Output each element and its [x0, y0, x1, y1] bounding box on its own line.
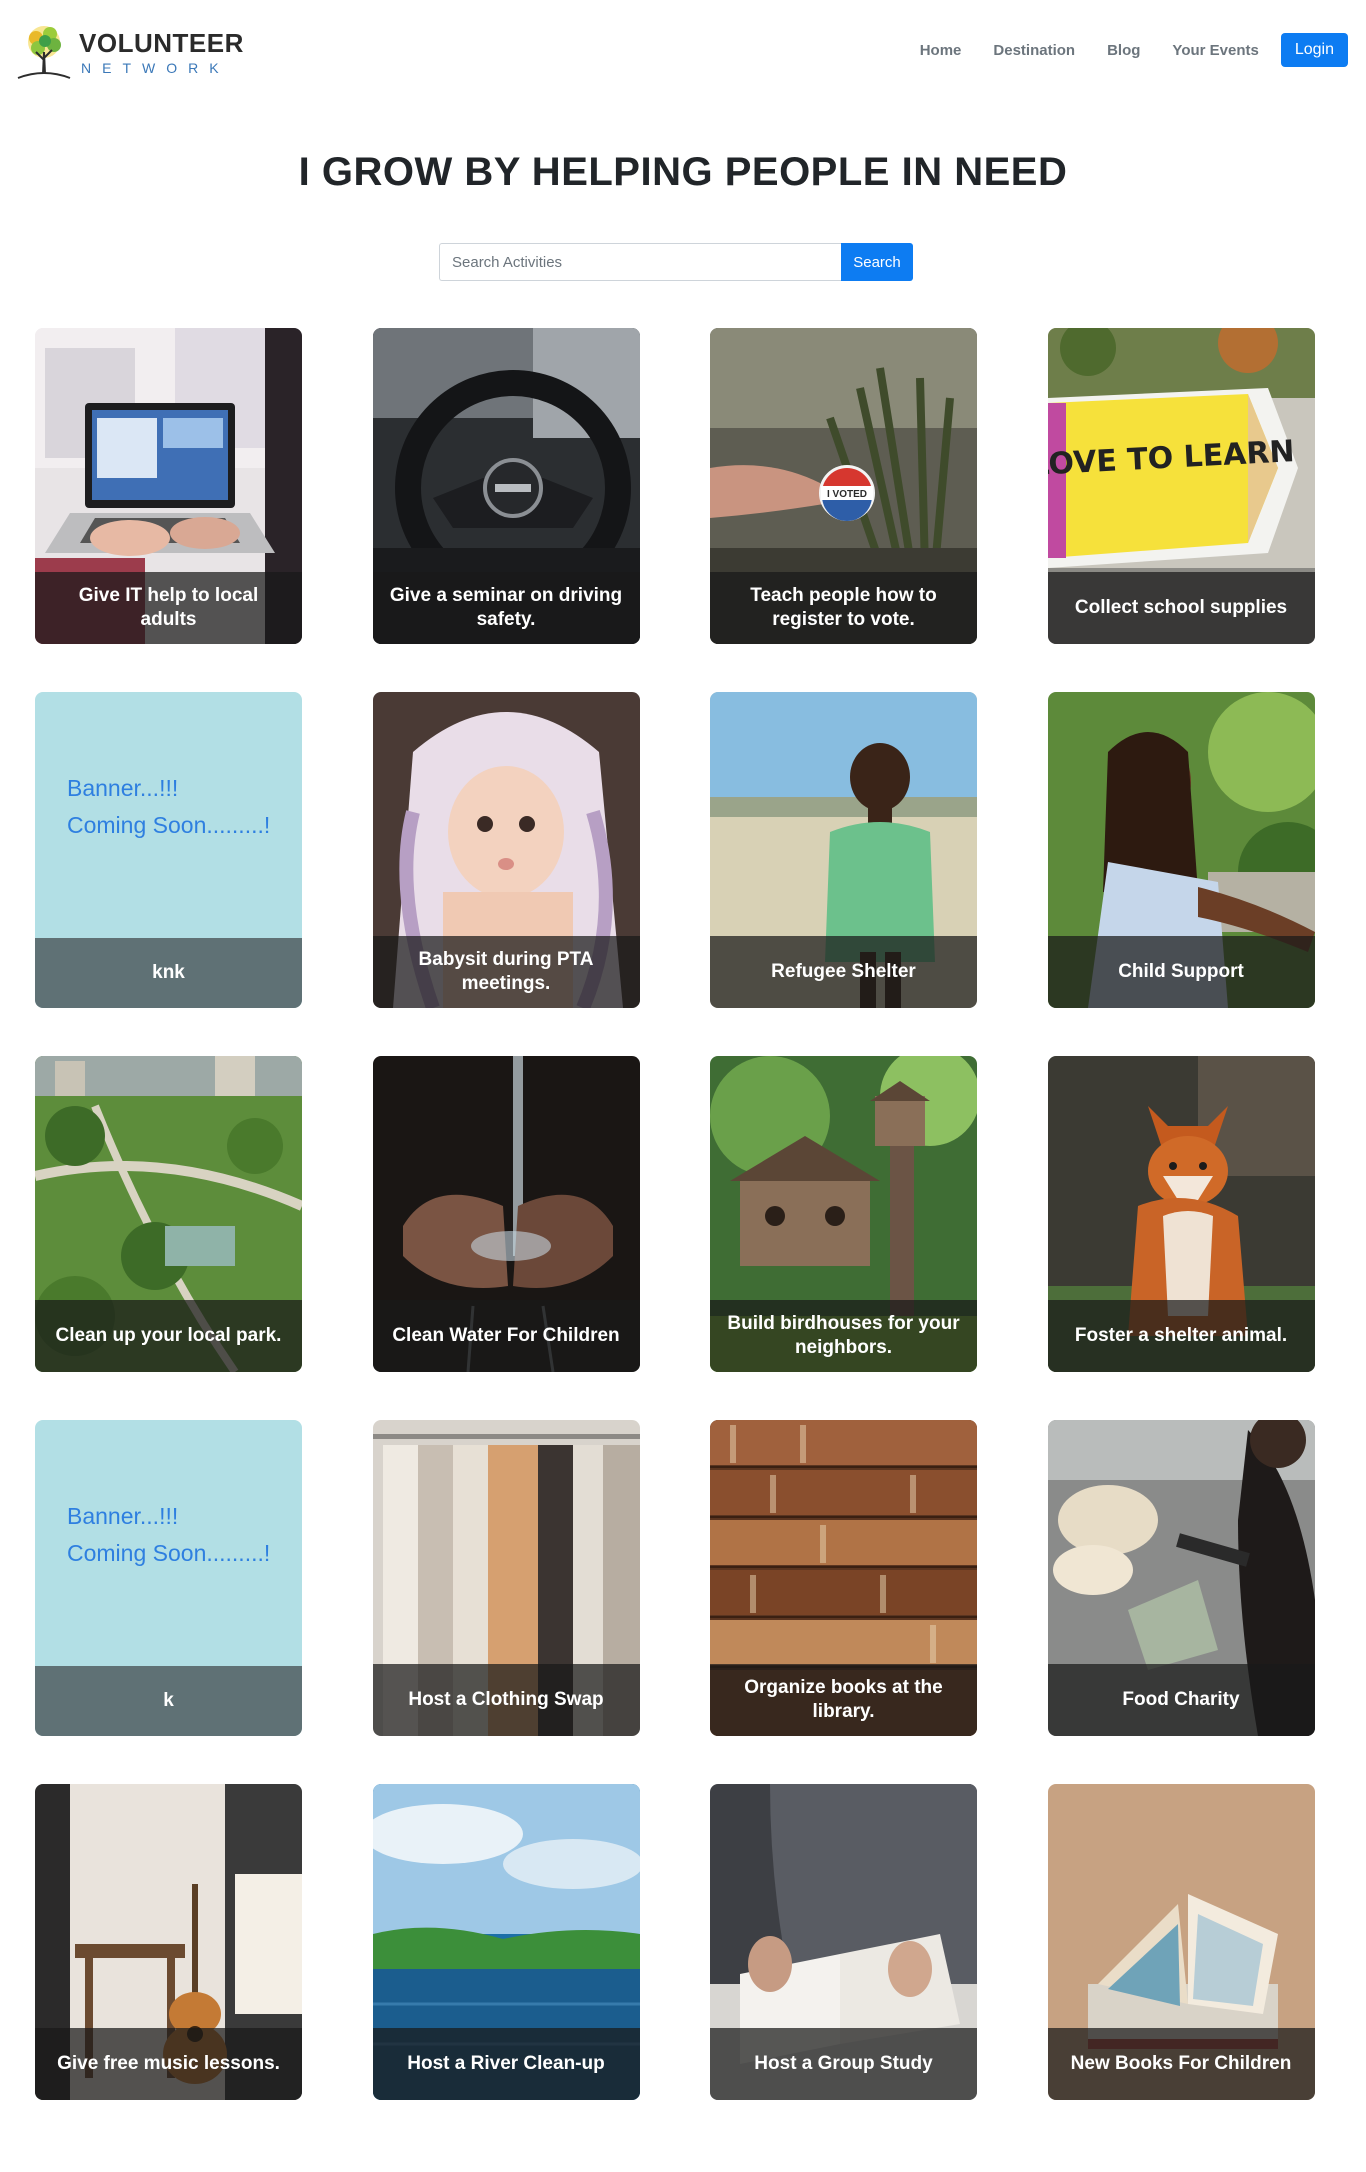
activity-card-organize-books[interactable]: Organize books at the library.	[710, 1420, 977, 1736]
card-title: Give IT help to local adults	[35, 572, 302, 644]
banner-placeholder-text: Banner...!!! Coming Soon.........!	[67, 1498, 270, 1572]
card-title: Clean Water For Children	[372, 1300, 640, 1372]
login-button[interactable]: Login	[1280, 33, 1348, 67]
search-button[interactable]: Search	[841, 243, 913, 281]
card-title: New Books For Children	[1047, 2028, 1315, 2100]
card-title: Give free music lessons.	[35, 2028, 302, 2100]
search-input[interactable]	[439, 243, 841, 281]
brand-name: VOLUNTEER	[79, 28, 244, 58]
site-header: VOLUNTEER NETWORK Home Destination Blog …	[0, 0, 1366, 110]
banner-line: Coming Soon.........!	[67, 1539, 271, 1566]
activity-card-new-books[interactable]: New Books For Children	[1047, 1784, 1315, 2100]
activity-card-refugee-shelter[interactable]: Refugee Shelter	[710, 692, 977, 1008]
card-title: Organize books at the library.	[710, 1664, 977, 1736]
sticker-text: I VOTED	[827, 489, 867, 500]
activity-card-it-help[interactable]: Give IT help to local adults	[35, 328, 302, 644]
banner-placeholder-text: Banner...!!! Coming Soon.........!	[67, 770, 270, 844]
card-title: Babysit during PTA meetings.	[372, 936, 640, 1008]
activity-grid: Give IT help to local adults Give a semi…	[35, 328, 1315, 2100]
card-title: Host a Group Study	[710, 2028, 977, 2100]
banner-line: Banner...!!!	[67, 1503, 179, 1529]
activity-card-banner-knk[interactable]: Banner...!!! Coming Soon.........! knk	[35, 692, 302, 1008]
activity-card-group-study[interactable]: Host a Group Study	[710, 1784, 977, 2100]
activity-card-shelter-animal[interactable]: Foster a shelter animal.	[1047, 1056, 1315, 1372]
card-title: Food Charity	[1047, 1664, 1315, 1736]
card-title: Build birdhouses for your neighbors.	[710, 1300, 977, 1372]
activity-card-music-lessons[interactable]: Give free music lessons.	[35, 1784, 302, 2100]
card-title: Give a seminar on driving safety.	[372, 572, 640, 644]
activity-card-school-supplies[interactable]: LOVE TO LEARN Collect school supplies	[1047, 328, 1315, 644]
activity-card-child-support[interactable]: Child Support	[1047, 692, 1315, 1008]
card-title: k	[35, 1666, 302, 1736]
card-title: Refugee Shelter	[710, 936, 977, 1008]
activity-card-register-vote[interactable]: I VOTED Teach people how to register to …	[710, 328, 977, 644]
card-title: Host a Clothing Swap	[372, 1664, 640, 1736]
card-title: Collect school supplies	[1047, 572, 1315, 644]
page-title: I GROW BY HELPING PEOPLE IN NEED	[298, 150, 1068, 194]
card-title: Clean up your local park.	[35, 1300, 302, 1372]
activity-card-clean-water[interactable]: Clean Water For Children	[372, 1056, 640, 1372]
banner-line: Coming Soon.........!	[67, 811, 271, 838]
banner-line: Banner...!!!	[67, 775, 179, 801]
nav-link-your-events[interactable]: Your Events	[1156, 42, 1274, 59]
activity-card-river-cleanup[interactable]: Host a River Clean-up	[372, 1784, 640, 2100]
tree-logo-icon	[17, 26, 71, 79]
search-bar: Search	[439, 243, 913, 281]
activity-card-birdhouses[interactable]: Build birdhouses for your neighbors.	[710, 1056, 977, 1372]
card-title: Foster a shelter animal.	[1047, 1300, 1315, 1372]
activity-card-driving-safety[interactable]: Give a seminar on driving safety.	[372, 328, 640, 644]
page: VOLUNTEER NETWORK Home Destination Blog …	[0, 0, 1366, 2172]
card-title: knk	[35, 938, 302, 1008]
activity-card-banner-k[interactable]: Banner...!!! Coming Soon.........! k	[35, 1420, 302, 1736]
card-title: Teach people how to register to vote.	[710, 572, 977, 644]
card-title: Child Support	[1047, 936, 1315, 1008]
nav-link-home[interactable]: Home	[904, 42, 978, 59]
brand-tagline: NETWORK	[81, 60, 230, 76]
activity-card-babysit[interactable]: Babysit during PTA meetings.	[372, 692, 640, 1008]
brand-logo[interactable]: VOLUNTEER NETWORK	[14, 20, 243, 84]
nav-link-blog[interactable]: Blog	[1091, 42, 1156, 59]
card-title: Host a River Clean-up	[372, 2028, 640, 2100]
activity-card-food-charity[interactable]: Food Charity	[1047, 1420, 1315, 1736]
activity-card-clothing-swap[interactable]: Host a Clothing Swap	[372, 1420, 640, 1736]
nav-link-destination[interactable]: Destination	[977, 42, 1091, 59]
main-nav: Home Destination Blog Your Events Login	[904, 32, 1348, 68]
activity-card-clean-park[interactable]: Clean up your local park.	[35, 1056, 302, 1372]
